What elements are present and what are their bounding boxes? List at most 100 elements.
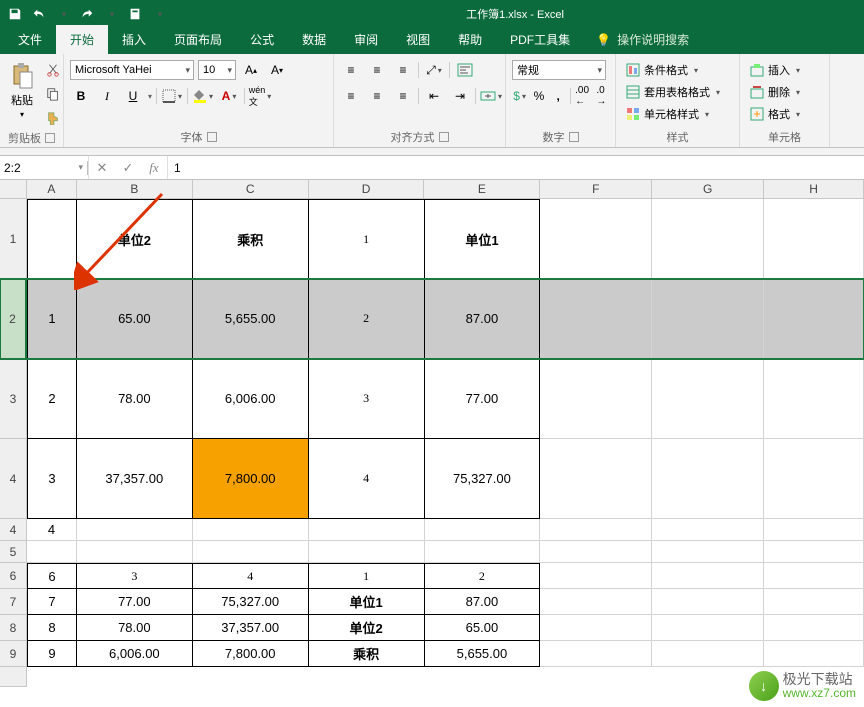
row-header-6[interactable]: 6 [0,563,27,589]
cell-G4[interactable] [652,439,764,519]
cell-A4[interactable]: 4 [27,519,77,541]
fx-button[interactable]: fx [141,160,167,176]
cell-H3[interactable] [764,359,864,439]
cell-styles-button[interactable]: 单元格样式 [622,104,713,124]
cell-G5[interactable] [652,541,764,563]
cell-C4[interactable] [193,519,309,541]
qat-customize[interactable] [148,3,170,25]
cell-H9[interactable] [764,641,864,667]
col-header-B[interactable]: B [77,180,193,198]
cut-button[interactable] [42,60,64,80]
increase-font-button[interactable]: A▴ [240,60,262,80]
align-right-button[interactable]: ≡ [392,86,414,106]
tab-review[interactable]: 审阅 [340,25,392,54]
cell-A9[interactable]: 9 [27,641,77,667]
number-launcher[interactable] [569,132,579,142]
cell-D5[interactable] [309,541,425,563]
comma-button[interactable]: , [551,86,566,106]
cell-A3[interactable]: 2 [27,359,77,439]
cell-H7[interactable] [764,589,864,615]
underline-button[interactable]: U [122,86,144,106]
cell-B8[interactable]: 78.00 [77,615,193,641]
copy-button[interactable] [42,84,64,104]
border-button[interactable] [161,86,183,106]
row-header-7[interactable]: 7 [0,589,27,615]
row-header-4[interactable]: 4 [0,439,27,519]
cell-C4[interactable]: 7,800.00 [193,439,309,519]
format-cells-button[interactable]: 格式 [746,104,804,124]
cell-E5[interactable] [425,541,541,563]
cell-C6[interactable]: 4 [193,563,309,589]
clipboard-launcher[interactable] [45,133,55,143]
col-header-F[interactable]: F [540,180,652,198]
cell-H8[interactable] [764,615,864,641]
row-header-2[interactable]: 2 [0,279,27,359]
merge-button[interactable] [480,86,502,106]
insert-cells-button[interactable]: 插入 [746,60,804,80]
tab-view[interactable]: 视图 [392,25,444,54]
cell-F7[interactable] [540,589,652,615]
cell-G1[interactable] [652,199,764,279]
cell-E7[interactable]: 87.00 [425,589,541,615]
cell-B1[interactable]: 单位2 [77,199,193,279]
cell-C5[interactable] [193,541,309,563]
select-all-corner[interactable] [0,180,27,198]
col-header-G[interactable]: G [652,180,764,198]
decrease-font-button[interactable]: A▾ [266,60,288,80]
cell-A4[interactable]: 3 [27,439,77,519]
format-painter-button[interactable] [42,108,64,128]
cell-G9[interactable] [652,641,764,667]
spreadsheet-grid[interactable]: A B C D E F G H 1 单位2 乘积 1 单位1 2 1 65.00… [0,180,864,707]
cell-D4[interactable]: 4 [309,439,425,519]
cell-F6[interactable] [540,563,652,589]
align-middle-button[interactable]: ≡ [366,60,388,80]
cell-E9[interactable]: 5,655.00 [425,641,541,667]
cell-F2[interactable] [540,279,652,359]
cell-G8[interactable] [652,615,764,641]
paste-button[interactable]: 粘贴 ▾ [6,60,38,121]
tab-data[interactable]: 数据 [288,25,340,54]
delete-cells-button[interactable]: 删除 [746,82,804,102]
align-center-button[interactable]: ≡ [366,86,388,106]
cell-G4[interactable] [652,519,764,541]
name-box[interactable]: 2:2 [0,161,88,175]
cell-D1[interactable]: 1 [309,199,425,279]
cell-F4[interactable] [540,439,652,519]
decrease-decimal-button[interactable]: .0→ [594,86,609,106]
enter-formula-button[interactable]: ✓ [115,160,141,176]
tab-file[interactable]: 文件 [4,25,56,54]
cell-A7[interactable]: 7 [27,589,77,615]
cell-C7[interactable]: 75,327.00 [193,589,309,615]
cell-A6[interactable]: 6 [27,563,77,589]
cell-C1[interactable]: 乘积 [193,199,309,279]
formula-input[interactable]: 1 [168,161,864,175]
cell-D8[interactable]: 单位2 [309,615,425,641]
redo-button[interactable] [76,3,98,25]
cell-B4[interactable] [77,519,193,541]
cell-H5[interactable] [764,541,864,563]
align-bottom-button[interactable]: ≡ [392,60,414,80]
col-header-D[interactable]: D [309,180,425,198]
cell-H4[interactable] [764,519,864,541]
cell-E6[interactable]: 2 [425,563,541,589]
row-header-3[interactable]: 3 [0,359,27,439]
tab-layout[interactable]: 页面布局 [160,25,236,54]
cell-B7[interactable]: 77.00 [77,589,193,615]
tell-me-search[interactable]: 💡 操作说明搜索 [584,25,701,54]
cell-D7[interactable]: 单位1 [309,589,425,615]
cell-F1[interactable] [540,199,652,279]
percent-button[interactable]: % [531,86,546,106]
tab-home[interactable]: 开始 [56,25,108,54]
wrap-text-button[interactable] [454,60,476,80]
row-header-9[interactable]: 9 [0,641,27,667]
cell-G3[interactable] [652,359,764,439]
number-format-select[interactable]: 常规 [512,60,606,80]
conditional-format-button[interactable]: 条件格式 [622,60,702,80]
cell-B2[interactable]: 65.00 [77,279,193,359]
cell-E1[interactable]: 单位1 [425,199,541,279]
accounting-format-button[interactable]: $ [512,86,527,106]
cell-E8[interactable]: 65.00 [425,615,541,641]
print-preview-button[interactable] [124,3,146,25]
align-left-button[interactable]: ≡ [340,86,362,106]
font-size-select[interactable]: 10 [198,60,236,80]
